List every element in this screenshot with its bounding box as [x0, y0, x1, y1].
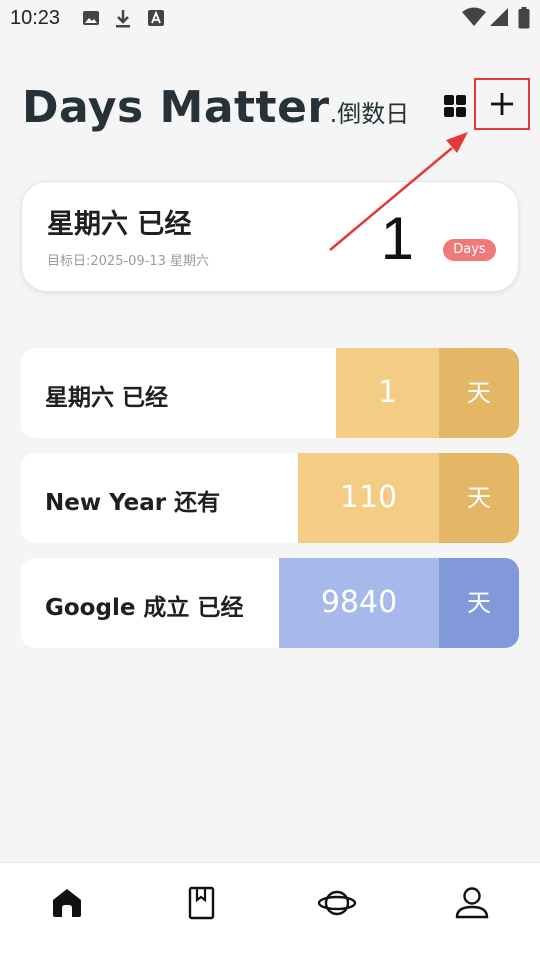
- profile-icon: [455, 887, 489, 919]
- status-bar: 10:23: [0, 0, 540, 38]
- event-count: 1: [336, 348, 439, 438]
- event-row[interactable]: New Year 还有 110 天: [21, 453, 519, 543]
- nav-discover[interactable]: [317, 883, 357, 923]
- image-icon: [82, 9, 100, 31]
- event-label: New Year 还有: [45, 490, 221, 516]
- book-icon: [188, 886, 215, 920]
- event-unit: 天: [439, 348, 519, 438]
- event-row[interactable]: 星期六 已经 1 天: [21, 348, 519, 438]
- battery-icon: [518, 7, 530, 33]
- event-unit: 天: [439, 453, 519, 543]
- add-event-button[interactable]: [474, 78, 530, 130]
- wifi-icon: [462, 7, 486, 31]
- download-icon: [114, 9, 132, 33]
- event-label: 星期六 已经: [45, 385, 169, 411]
- status-time: 10:23: [10, 7, 61, 29]
- featured-event-target-date: 目标日:2025-09-13 星期六: [47, 254, 210, 269]
- featured-event-card[interactable]: 星期六 已经 目标日:2025-09-13 星期六 1 Days: [21, 181, 519, 292]
- bottom-nav: [0, 862, 540, 961]
- nav-home[interactable]: [47, 883, 87, 923]
- page-title: Days Matter.倒数日: [22, 82, 409, 133]
- nav-book[interactable]: [182, 883, 222, 923]
- home-icon: [53, 889, 81, 917]
- event-unit: 天: [439, 558, 519, 648]
- planet-icon: [317, 890, 357, 916]
- event-row[interactable]: Google 成立 已经 9840 天: [21, 558, 519, 648]
- event-count: 110: [298, 453, 439, 543]
- app-title: Days Matter: [22, 82, 330, 133]
- font-icon: [147, 9, 165, 31]
- plus-icon: [491, 93, 513, 115]
- grid-view-button[interactable]: [443, 94, 467, 118]
- nav-profile[interactable]: [452, 883, 492, 923]
- app-subtitle: .倒数日: [329, 100, 410, 128]
- grid-icon: [444, 95, 466, 117]
- event-count: 9840: [279, 558, 439, 648]
- days-badge: Days: [443, 239, 496, 261]
- featured-event-title: 星期六 已经: [47, 209, 192, 240]
- signal-icon: [489, 7, 509, 31]
- event-label: Google 成立 已经: [45, 595, 244, 621]
- featured-event-count: 1: [380, 205, 414, 272]
